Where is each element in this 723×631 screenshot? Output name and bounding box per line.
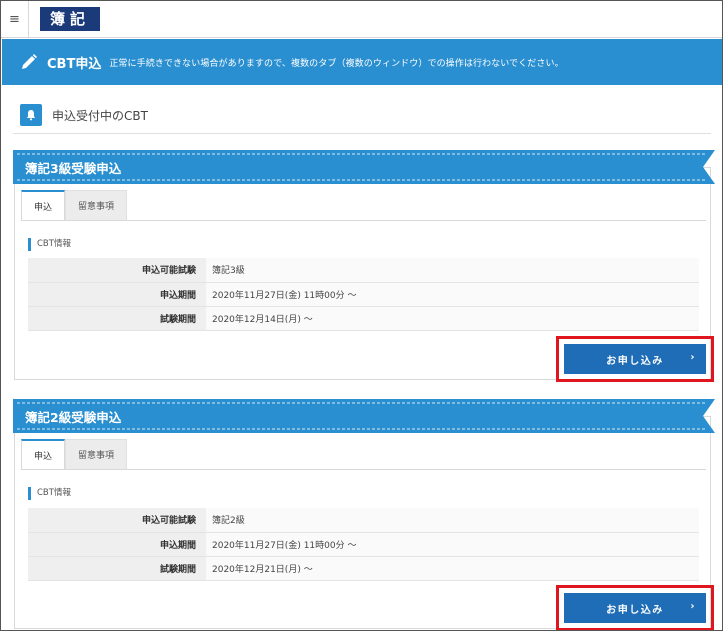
apply-button-label: お申し込み — [606, 604, 664, 616]
row-value: 簿記3級 — [206, 258, 699, 283]
row-key: 申込期間 — [28, 532, 206, 557]
tab-apply[interactable]: 申込 — [21, 190, 66, 220]
pencil-icon — [19, 52, 39, 72]
chevron-right-icon: › — [690, 601, 696, 612]
row-key: 試験期間 — [28, 306, 206, 331]
card-tabs: 申込 留意事項 — [21, 439, 128, 469]
info-title: CBT情報 — [28, 238, 71, 251]
banner-title: CBT申込 — [47, 56, 102, 72]
card-tabs: 申込 留意事項 — [21, 190, 128, 220]
chevron-right-icon: › — [690, 352, 696, 363]
row-value: 2020年11月27日(金) 11時00分 ～ — [206, 532, 699, 557]
row-value: 簿記2級 — [206, 508, 699, 533]
row-key: 試験期間 — [28, 556, 206, 581]
tab-apply[interactable]: 申込 — [21, 439, 66, 469]
table-row: 申込可能試験 簿記3級 — [28, 258, 699, 283]
site-logo[interactable]: 簿記 — [40, 7, 101, 31]
row-value: 2020年11月27日(金) 11時00分 ～ — [206, 282, 699, 307]
apply-button[interactable]: お申し込み › — [564, 344, 706, 374]
page-banner: CBT申込 正常に手続きできない場合がありますので、複数のタブ（複数のウィンドウ… — [2, 39, 722, 85]
table-row: 申込期間 2020年11月27日(金) 11時00分 ～ — [28, 532, 699, 557]
section-title: 申込受付中のCBT — [52, 108, 148, 123]
ribbon-level3: 簿記3級受験申込 — [13, 150, 715, 184]
tab-underline — [21, 469, 706, 470]
row-key: 申込可能試験 — [28, 258, 206, 283]
row-value: 2020年12月14日(月) ～ — [206, 306, 699, 331]
ribbon-title: 簿記2級受験申込 — [25, 410, 122, 425]
table-row: 試験期間 2020年12月21日(月) ～ — [28, 556, 699, 581]
ribbon-level2: 簿記2級受験申込 — [13, 399, 715, 433]
tab-underline — [21, 220, 706, 221]
row-value: 2020年12月21日(月) ～ — [206, 556, 699, 581]
apply-button-highlight: お申し込み › — [556, 585, 714, 630]
apply-button-label: お申し込み — [606, 355, 664, 367]
banner-note: 正常に手続きできない場合がありますので、複数のタブ（複数のウィンドウ）での操作は… — [109, 58, 564, 69]
info-title: CBT情報 — [28, 487, 71, 500]
tab-notes[interactable]: 留意事項 — [65, 439, 128, 469]
section-header: 申込受付中のCBT — [20, 104, 148, 126]
ribbon-title: 簿記3級受験申込 — [25, 161, 122, 176]
exam-card-level2: 申込 留意事項 CBT情報 申込可能試験 簿記2級 申込期間 2020年11月2… — [14, 416, 714, 630]
cbt-info-table: 申込可能試験 簿記3級 申込期間 2020年11月27日(金) 11時00分 ～… — [28, 258, 699, 331]
bell-icon — [20, 104, 42, 126]
top-bar: ≡ 簿記 — [1, 1, 722, 38]
table-row: 試験期間 2020年12月14日(月) ～ — [28, 306, 699, 331]
row-key: 申込可能試験 — [28, 508, 206, 533]
tab-notes[interactable]: 留意事項 — [65, 190, 128, 220]
table-row: 申込期間 2020年11月27日(金) 11時00分 ～ — [28, 282, 699, 307]
row-key: 申込期間 — [28, 282, 206, 307]
apply-button-highlight: お申し込み › — [556, 336, 714, 382]
section-divider — [13, 133, 711, 134]
table-row: 申込可能試験 簿記2級 — [28, 508, 699, 533]
page-frame: ≡ 簿記 CBT申込 正常に手続きできない場合がありますので、複数のタブ（複数の… — [0, 0, 723, 631]
exam-card-level3: 申込 留意事項 CBT情報 申込可能試験 簿記3級 申込期間 2020年11月2… — [14, 167, 714, 382]
cbt-info-table: 申込可能試験 簿記2級 申込期間 2020年11月27日(金) 11時00分 ～… — [28, 508, 699, 581]
apply-button[interactable]: お申し込み › — [564, 593, 706, 623]
hamburger-menu-icon[interactable]: ≡ — [1, 1, 29, 37]
